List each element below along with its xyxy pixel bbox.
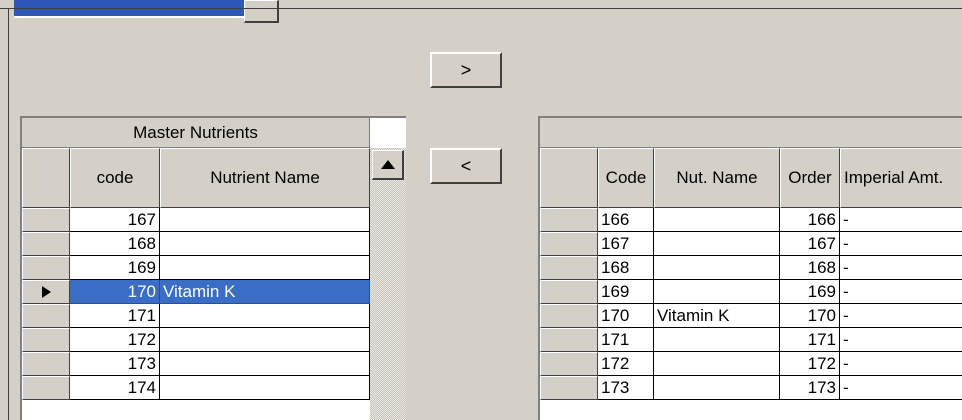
row-selector[interactable]	[22, 280, 70, 304]
row-selector[interactable]	[540, 208, 598, 232]
frame-left-line	[8, 8, 9, 420]
cell-code[interactable]: 173	[598, 376, 654, 400]
row-selector[interactable]	[22, 256, 70, 280]
cell-code[interactable]: 173	[70, 352, 160, 376]
cell-imperial-amt[interactable]: -	[840, 232, 962, 256]
master-row-selector-header	[22, 148, 70, 208]
row-pointer-triangle-icon	[41, 286, 51, 298]
cell-imperial-amt[interactable]: -	[840, 352, 962, 376]
cell-order[interactable]: 168	[780, 256, 840, 280]
cell-order[interactable]: 170	[780, 304, 840, 328]
cell-imperial-amt[interactable]: -	[840, 376, 962, 400]
scroll-up-arrow-icon	[380, 160, 395, 169]
cell-nut-name[interactable]	[654, 352, 780, 376]
master-column-header-code[interactable]: code	[70, 148, 160, 208]
row-selector[interactable]	[540, 352, 598, 376]
row-selector[interactable]	[540, 376, 598, 400]
cell-nutrient-name[interactable]	[160, 208, 370, 232]
cell-nut-name[interactable]	[654, 328, 780, 352]
cell-nut-name[interactable]: Vitamin K	[654, 304, 780, 328]
cell-code[interactable]: 169	[70, 256, 160, 280]
cell-imperial-amt[interactable]: -	[840, 328, 962, 352]
row-selector[interactable]	[540, 256, 598, 280]
cell-nutrient-name[interactable]	[160, 232, 370, 256]
master-column-header-nutrient-name[interactable]: Nutrient Name	[160, 148, 370, 208]
cell-order[interactable]: 166	[780, 208, 840, 232]
cell-code[interactable]: 174	[70, 376, 160, 400]
cell-code[interactable]: 167	[598, 232, 654, 256]
cell-code[interactable]: 166	[598, 208, 654, 232]
cell-nutrient-name[interactable]: Vitamin K	[160, 280, 370, 304]
cell-nut-name[interactable]	[654, 376, 780, 400]
master-grid-scroll-up-button[interactable]	[372, 150, 404, 180]
cell-nutrient-name[interactable]	[160, 376, 370, 400]
cell-nut-name[interactable]	[654, 256, 780, 280]
cell-code[interactable]: 169	[598, 280, 654, 304]
cell-code[interactable]: 170	[598, 304, 654, 328]
cell-imperial-amt[interactable]: -	[840, 256, 962, 280]
cell-imperial-amt[interactable]: -	[840, 280, 962, 304]
cell-order[interactable]: 173	[780, 376, 840, 400]
cell-imperial-amt[interactable]: -	[840, 208, 962, 232]
cell-order[interactable]: 167	[780, 232, 840, 256]
row-selector[interactable]	[22, 232, 70, 256]
row-selector[interactable]	[22, 208, 70, 232]
top-combo-field[interactable]	[14, 0, 244, 18]
cell-code[interactable]: 171	[598, 328, 654, 352]
row-selector[interactable]	[22, 304, 70, 328]
cell-nutrient-name[interactable]	[160, 304, 370, 328]
top-combo-box[interactable]	[0, 0, 279, 23]
cell-nut-name[interactable]	[654, 280, 780, 304]
cell-imperial-amt[interactable]: -	[840, 304, 962, 328]
cell-nutrient-name[interactable]	[160, 328, 370, 352]
cell-code[interactable]: 170	[70, 280, 160, 304]
row-selector[interactable]	[540, 304, 598, 328]
selected-row-selector-header	[540, 148, 598, 208]
row-selector[interactable]	[540, 232, 598, 256]
cell-order[interactable]: 172	[780, 352, 840, 376]
add-nutrient-button[interactable]: >	[430, 52, 502, 88]
cell-nut-name[interactable]	[654, 232, 780, 256]
selected-column-header-code[interactable]: Code	[598, 148, 654, 208]
cell-code[interactable]: 171	[70, 304, 160, 328]
master-nutrients-grid[interactable]: Master Nutrients code Nutrient Name 167 …	[20, 116, 406, 420]
selected-column-header-nut-name[interactable]: Nut. Name	[654, 148, 780, 208]
selected-column-header-imperial-amt[interactable]: Imperial Amt.	[840, 148, 962, 208]
cell-code[interactable]: 168	[70, 232, 160, 256]
frame-top-line	[0, 8, 962, 9]
selected-column-header-order[interactable]: Order	[780, 148, 840, 208]
top-combo-dropdown-button[interactable]	[244, 0, 279, 23]
cell-order[interactable]: 169	[780, 280, 840, 304]
row-selector[interactable]	[22, 376, 70, 400]
cell-nut-name[interactable]	[654, 208, 780, 232]
cell-order[interactable]: 171	[780, 328, 840, 352]
cell-nutrient-name[interactable]	[160, 256, 370, 280]
row-selector[interactable]	[22, 352, 70, 376]
master-grid-vertical-scrollbar[interactable]	[370, 148, 406, 420]
selected-nutrients-grid[interactable]: Code Nut. Name Order Imperial Amt. 166 1…	[538, 116, 962, 420]
cell-code[interactable]: 167	[70, 208, 160, 232]
cell-code[interactable]: 172	[598, 352, 654, 376]
cell-nutrient-name[interactable]	[160, 352, 370, 376]
row-selector[interactable]	[22, 328, 70, 352]
remove-nutrient-button[interactable]: <	[430, 148, 502, 184]
row-selector[interactable]	[540, 280, 598, 304]
cell-code[interactable]: 172	[70, 328, 160, 352]
cell-code[interactable]: 168	[598, 256, 654, 280]
master-grid-caption: Master Nutrients	[22, 118, 370, 148]
selected-grid-caption	[540, 118, 962, 148]
row-selector[interactable]	[540, 328, 598, 352]
